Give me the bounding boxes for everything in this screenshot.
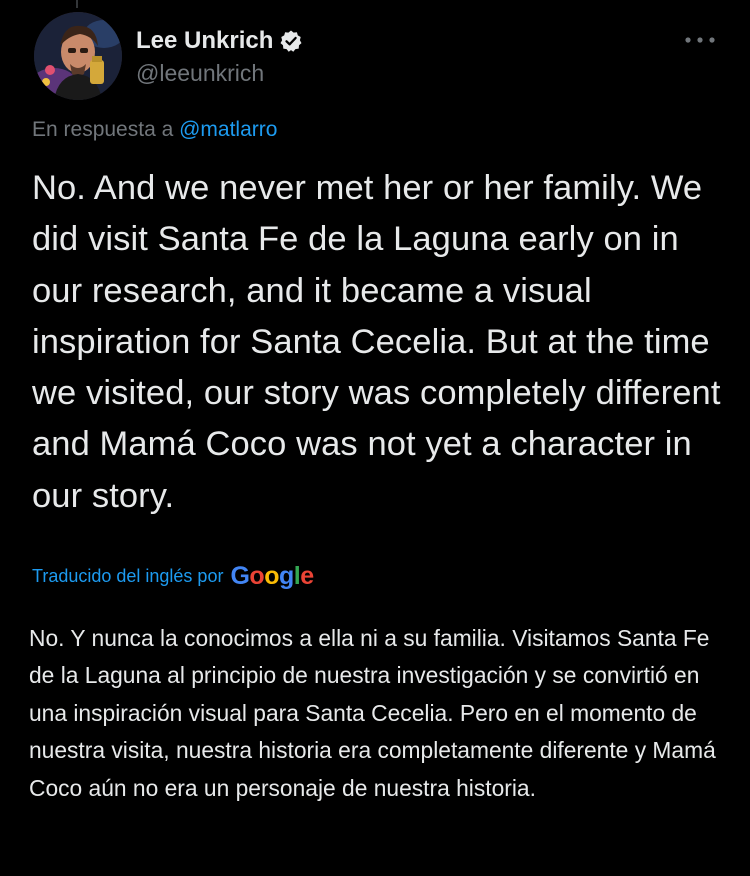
translation-label: Traducido del inglés por	[32, 566, 224, 586]
verified-badge-icon	[279, 29, 303, 53]
thread-connector-line	[76, 0, 78, 8]
translated-tweet-text: No. Y nunca la conocimos a ella ni a su …	[29, 625, 716, 801]
google-logo: Google	[230, 562, 314, 590]
tweet-text: No. And we never met her or her family. …	[32, 169, 721, 515]
translation-attribution[interactable]: Traducido del inglés por Google	[32, 562, 314, 591]
author-name-row: Lee Unkrich	[136, 26, 303, 56]
reply-context: En respuesta a @matlarro	[32, 118, 277, 142]
more-options-button[interactable]	[680, 28, 720, 52]
author-handle[interactable]: @leeunkrich	[136, 60, 264, 87]
avatar[interactable]	[34, 12, 122, 100]
reply-mention-link[interactable]: @matlarro	[179, 118, 277, 141]
more-horizontal-icon	[685, 37, 715, 43]
author-display-name[interactable]: Lee Unkrich	[136, 27, 273, 55]
avatar-photo	[34, 12, 122, 100]
reply-prefix: En respuesta a	[32, 118, 174, 141]
